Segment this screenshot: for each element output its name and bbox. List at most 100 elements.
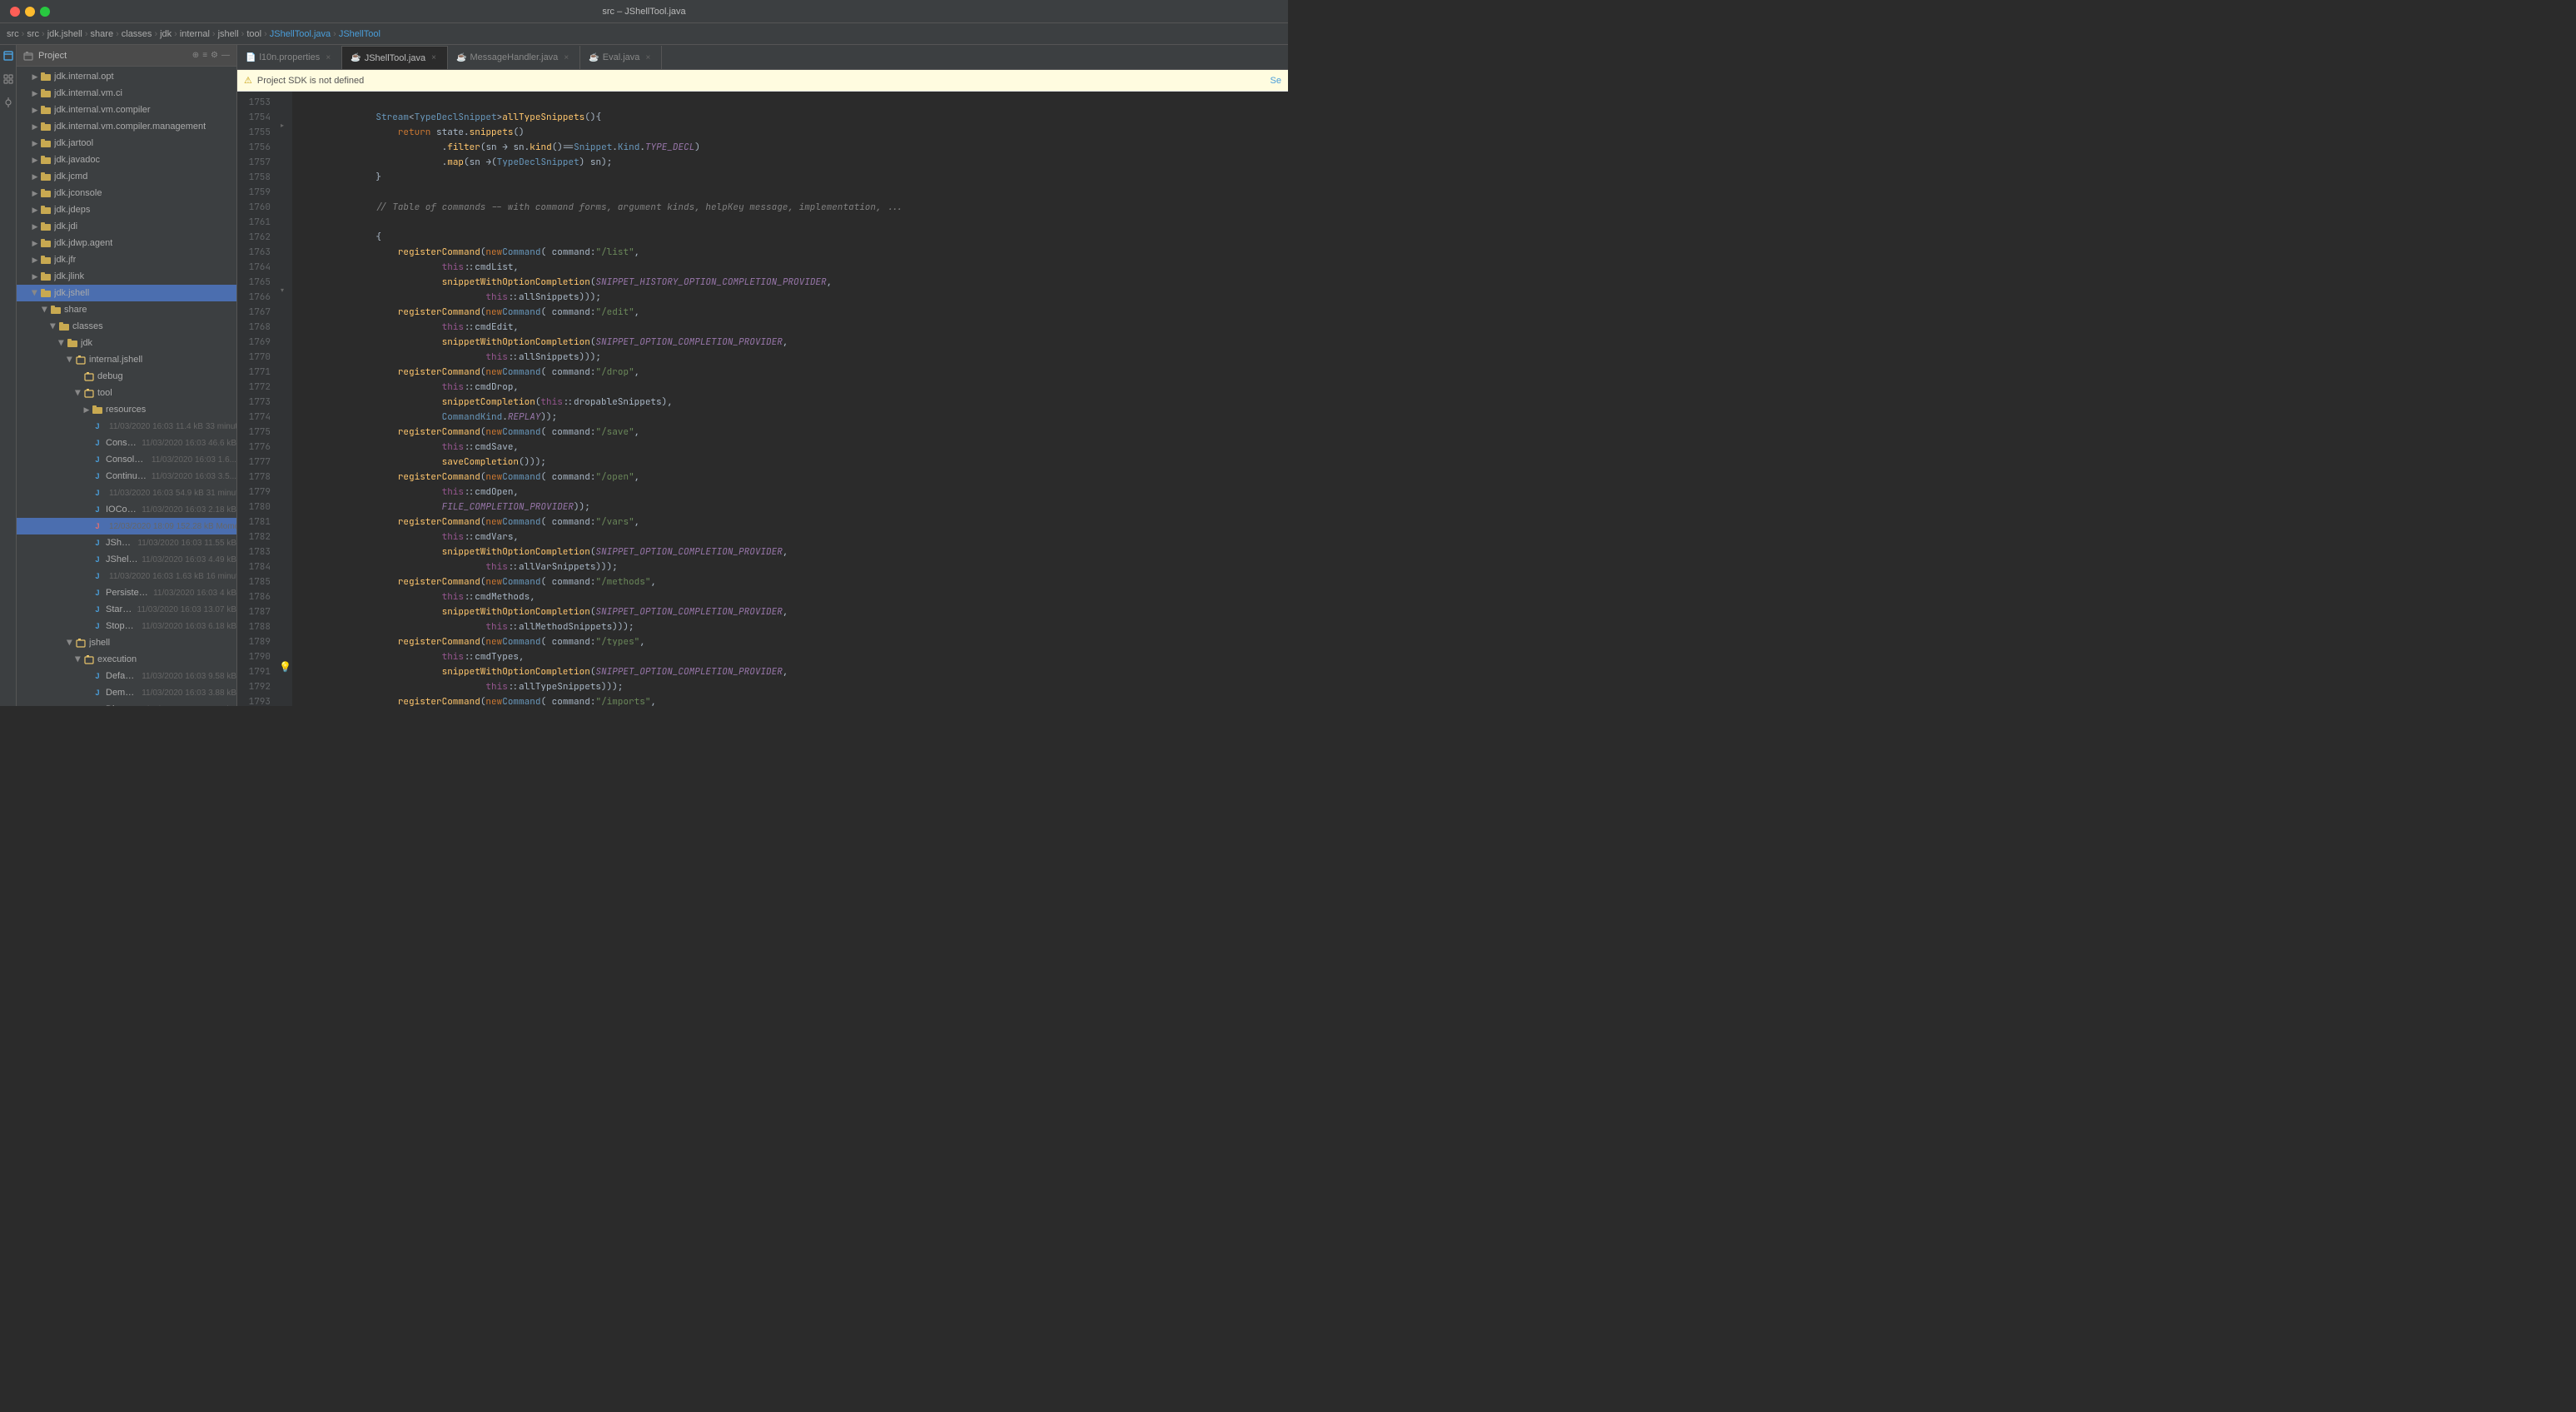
code-line-1785: registerCommand(new Command( command: "/… xyxy=(299,574,1281,589)
tab-eval-close[interactable]: × xyxy=(643,52,653,62)
tree-item-jdk-internal-vm-compiler-mgmt[interactable]: ▶ jdk.internal.vm.compiler.management xyxy=(17,118,236,135)
tab-jshelltool-label: JShellTool.java xyxy=(365,53,425,63)
tree-item-jdk-jfr[interactable]: ▶ jdk.jfr xyxy=(17,251,236,268)
tree-item-direct-execution-control[interactable]: ▶ J DirectExecutionControl 11/03/2020 16… xyxy=(17,701,236,706)
close-button[interactable] xyxy=(10,7,20,17)
breadcrumb-tool[interactable]: tool xyxy=(246,29,261,39)
tree-item-jdk-jconsole[interactable]: ▶ jdk.jconsole xyxy=(17,185,236,201)
collapse-icon[interactable]: — xyxy=(221,51,230,60)
warning-text: Project SDK is not defined xyxy=(257,76,364,86)
tree-item-jdk-folder[interactable]: ▶ jdk xyxy=(17,335,236,351)
tree-item-jshelltool-builder[interactable]: ▶ J JShellToolBuilder 11/03/2020 16:03 1… xyxy=(17,534,236,551)
sidebar-icon-structure[interactable] xyxy=(1,72,16,87)
jshelltool-file-icon: ☕ xyxy=(351,53,361,62)
maximize-button[interactable] xyxy=(40,7,50,17)
project-header-actions[interactable]: ⊕ ≡ ⚙ — xyxy=(192,51,230,60)
tab-message-handler-java[interactable]: ☕ MessageHandler.java × xyxy=(448,46,580,69)
tree-item-jshelltool-provider[interactable]: ▶ J JShellToolProvider 11/03/2020 16:03 … xyxy=(17,551,236,568)
tree-item-classes[interactable]: ▶ classes xyxy=(17,318,236,335)
tree-item-jdk-internal-vm-ci[interactable]: ▶ jdk.internal.vm.ci xyxy=(17,85,236,102)
breadcrumb-jdk[interactable]: jdk xyxy=(160,29,172,39)
tree-item-console-io-context[interactable]: ▶ J ConsoleIOContext 11/03/2020 16:03 46… xyxy=(17,435,236,451)
tree-item-jdk-internal-vm-compiler[interactable]: ▶ jdk.internal.vm.compiler xyxy=(17,102,236,118)
sidebar-icon-project[interactable] xyxy=(1,48,16,63)
tree-item-jdk-jcmd[interactable]: ▶ jdk.jcmd xyxy=(17,168,236,185)
code-line-1764: this::cmdList, xyxy=(299,260,1281,275)
window-controls[interactable] xyxy=(10,7,50,17)
breadcrumb: src › src › jdk.jshell › share › classes… xyxy=(0,23,1288,45)
code-line-1758: } xyxy=(299,170,1281,185)
tree-item-internal-jshell[interactable]: ▶ internal.jshell xyxy=(17,351,236,368)
tab-eval-java[interactable]: ☕ Eval.java × xyxy=(580,46,662,69)
code-line-1757: .map(sn → (TypeDeclSnippet) sn); xyxy=(299,155,1281,170)
breadcrumb-jshell[interactable]: jshell xyxy=(218,29,239,39)
project-title: Project xyxy=(38,51,187,61)
code-line-1776: this::cmdSave, xyxy=(299,440,1281,455)
tree-item-jdk-internal-opt[interactable]: ▶ jdk.internal.opt xyxy=(17,68,236,85)
code-line-1761 xyxy=(299,215,1281,230)
code-line-1783: snippetWithOptionCompletion(SNIPPET_OPTI… xyxy=(299,544,1281,559)
code-line-1775: registerCommand(new Command( command: "/… xyxy=(299,425,1281,440)
tree-item-io-context[interactable]: ▶ J IOContext 11/03/2020 16:03 2.18 kB xyxy=(17,501,236,518)
breadcrumb-jshelltool-java[interactable]: JShellTool.java xyxy=(270,29,331,39)
tree-item-console-io-context-test-support[interactable]: ▶ J ConsoleIOContextTestSupport 11/03/20… xyxy=(17,451,236,468)
code-line-1760: // Table of commands -- with command for… xyxy=(299,200,1281,215)
code-line-1779: this::cmdOpen, xyxy=(299,485,1281,500)
tree-item-default-loader-delegate[interactable]: ▶ J DefaultLoaderDelegate 11/03/2020 16:… xyxy=(17,668,236,684)
breadcrumb-classes[interactable]: classes xyxy=(122,29,152,39)
warning-action[interactable]: Se xyxy=(1271,76,1281,86)
breadcrumb-jshelltool[interactable]: JShellTool xyxy=(339,29,380,39)
tree-item-tool[interactable]: ▶ tool xyxy=(17,385,236,401)
tree-item-jshell[interactable]: ▶ jshell xyxy=(17,634,236,651)
tree-item-message-handler[interactable]: ▶ J MessageHandler 11/03/2020 16:03 1.63… xyxy=(17,568,236,584)
breadcrumb-share[interactable]: share xyxy=(91,29,114,39)
breadcrumb-jdk-jshell[interactable]: jdk.jshell xyxy=(47,29,82,39)
tree-item-execution[interactable]: ▶ execution xyxy=(17,651,236,668)
tree-item-jdk-jdi[interactable]: ▶ jdk.jdi xyxy=(17,218,236,235)
tab-jshelltool-close[interactable]: × xyxy=(429,53,439,63)
minimize-button[interactable] xyxy=(25,7,35,17)
tree-item-debug[interactable]: ▶ debug xyxy=(17,368,236,385)
tree-item-persistent-storage[interactable]: ▶ J PersistentStorage 11/03/2020 16:03 4… xyxy=(17,584,236,601)
layout-icon[interactable]: ≡ xyxy=(202,51,207,60)
tree-item-jdk-jlink[interactable]: ▶ jdk.jlink xyxy=(17,268,236,285)
tab-messagehandler-close[interactable]: × xyxy=(561,52,571,62)
code-content[interactable]: Stream<TypeDeclSnippet> allTypeSnippets(… xyxy=(292,92,1288,706)
settings-icon[interactable]: ⚙ xyxy=(211,51,218,60)
code-line-1755: return state.snippets() xyxy=(299,125,1281,140)
intention-bulb[interactable]: 💡 xyxy=(279,661,291,673)
tree-item-jshelltool-java[interactable]: ▶ J JShellTool.java 12/03/2020 18:09 152… xyxy=(17,518,236,534)
tree-item-demultiplex-input[interactable]: ▶ J DemultiplexInput 11/03/2020 16:03 3.… xyxy=(17,684,236,701)
tree-item-jdk-jartool[interactable]: ▶ jdk.jartool xyxy=(17,135,236,152)
tree-item-stop-detecting-input-stream[interactable]: ▶ J StopDetectingInputStream 11/03/2020 … xyxy=(17,618,236,634)
breadcrumb-src2[interactable]: src xyxy=(27,29,39,39)
code-line-1770: this::allSnippets))); xyxy=(299,350,1281,365)
tab-l10n-close[interactable]: × xyxy=(323,52,333,62)
breadcrumb-internal[interactable]: internal xyxy=(180,29,210,39)
code-line-1769: snippetWithOptionCompletion(SNIPPET_OPTI… xyxy=(299,335,1281,350)
tree-item-arg-tokenizer[interactable]: ▶ J ArgTokenizer 11/03/2020 16:03 11.4 k… xyxy=(17,418,236,435)
tree-item-startup[interactable]: ▶ J Startup 11/03/2020 16:03 13.07 kB xyxy=(17,601,236,618)
tree-item-feedback[interactable]: ▶ J Feedback 11/03/2020 16:03 54.9 kB 31… xyxy=(17,485,236,501)
code-line-1756: .filter(sn → sn.kind() == Snippet.Kind.T… xyxy=(299,140,1281,155)
tree-item-jdk-jdeps[interactable]: ▶ jdk.jdeps xyxy=(17,201,236,218)
sidebar-icon-commit[interactable] xyxy=(1,95,16,110)
fold-icon-1762[interactable]: ▾ xyxy=(281,286,284,294)
tree-item-jdk-jshell[interactable]: ▶ jdk.jshell xyxy=(17,285,236,301)
tree-item-continuous-completion-provider[interactable]: ▶ J ContinuousCompletionProvider 11/03/2… xyxy=(17,468,236,485)
warning-icon: ⚠ xyxy=(244,75,252,86)
code-line-1774: CommandKind.REPLAY)); xyxy=(299,410,1281,425)
tree-item-resources[interactable]: ▶ resources xyxy=(17,401,236,418)
code-line-1786: this::cmdMethods, xyxy=(299,589,1281,604)
fold-icon-1755[interactable]: ▸ xyxy=(281,122,284,129)
breadcrumb-src[interactable]: src xyxy=(7,29,19,39)
line-numbers: 1753 1754 1755 1756 1757 1758 1759 1760 … xyxy=(237,92,277,706)
tab-jshelltool-java[interactable]: ☕ JShellTool.java × xyxy=(342,46,448,69)
tree-item-jdk-javadoc[interactable]: ▶ jdk.javadoc xyxy=(17,152,236,168)
tree-item-share[interactable]: ▶ share xyxy=(17,301,236,318)
warning-banner: ⚠ Project SDK is not defined Se xyxy=(237,70,1288,92)
code-line-1763: registerCommand(new Command( command: "/… xyxy=(299,245,1281,260)
tree-item-jdk-jdwp-agent[interactable]: ▶ jdk.jdwp.agent xyxy=(17,235,236,251)
locate-icon[interactable]: ⊕ xyxy=(192,51,199,60)
tab-l10n-properties[interactable]: 📄 l10n.properties × xyxy=(237,46,342,69)
